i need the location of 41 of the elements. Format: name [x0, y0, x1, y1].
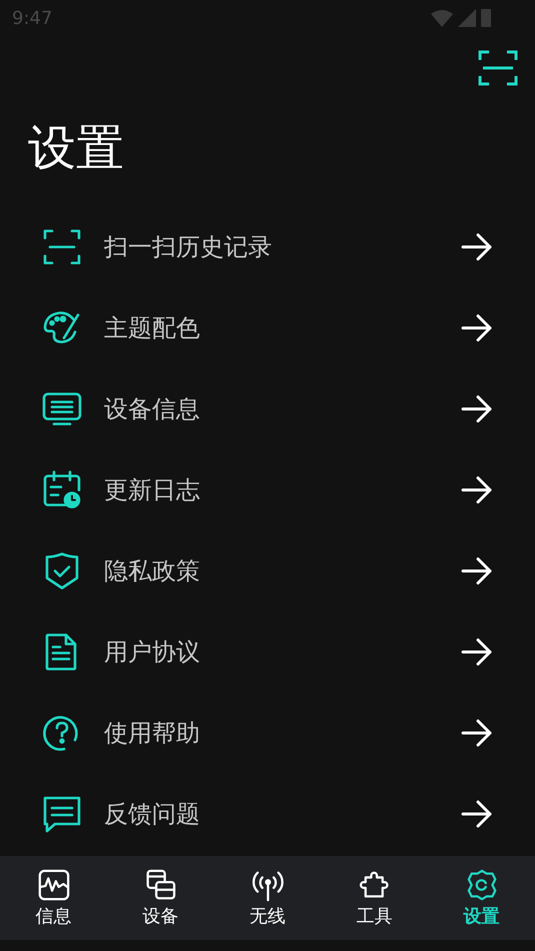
arrow-right-icon: [461, 718, 493, 746]
settings-item[interactable]: 扫一扫历史记录: [0, 206, 535, 287]
settings-item[interactable]: 设备信息: [0, 368, 535, 449]
nav-tab[interactable]: 无线: [214, 856, 321, 940]
settings-icon: [464, 868, 498, 902]
item-label: 扫一扫历史记录: [104, 232, 273, 262]
calendar-clock-icon: [42, 470, 82, 510]
item-label: 隐私政策: [104, 556, 201, 586]
signal-icon: [458, 9, 476, 27]
item-label: 更新日志: [104, 474, 201, 506]
settings-item[interactable]: 更新日志: [0, 449, 535, 530]
status-time: 9:47: [12, 8, 52, 28]
scan-icon[interactable]: [478, 48, 518, 88]
settings-item[interactable]: 隐私政策: [0, 530, 535, 611]
item-label: 使用帮助: [104, 718, 201, 748]
arrow-right-icon: [461, 800, 493, 828]
page-title: 设置: [28, 119, 125, 178]
settings-item[interactable]: 用户协议: [0, 611, 535, 692]
settings-item[interactable]: 使用帮助: [0, 692, 535, 773]
arrow-right-icon: [461, 232, 493, 260]
nav-tab[interactable]: 设置: [428, 856, 535, 940]
settings-item[interactable]: 主题配色: [0, 287, 535, 368]
item-label: 主题配色: [104, 312, 201, 344]
item-label: 反馈问题: [104, 798, 201, 830]
arrow-right-icon: [461, 638, 493, 666]
chat-icon: [42, 794, 82, 834]
item-label: 用户协议: [104, 636, 201, 668]
wifi-icon: [431, 9, 453, 27]
arrow-right-icon: [461, 314, 493, 342]
arrow-right-icon: [461, 476, 493, 504]
scan-icon: [42, 226, 82, 266]
nav-tab[interactable]: 信息: [0, 856, 107, 940]
item-label: 设备信息: [104, 394, 201, 424]
nav-tab[interactable]: 工具: [321, 856, 428, 940]
pulse-icon: [36, 868, 70, 902]
settings-item[interactable]: 反馈问题: [0, 773, 535, 854]
arrow-right-icon: [461, 556, 493, 584]
devices-icon: [144, 868, 178, 902]
battery-icon: [481, 9, 491, 27]
nav-tab[interactable]: 设备: [107, 856, 214, 940]
arrow-right-icon: [461, 394, 493, 422]
